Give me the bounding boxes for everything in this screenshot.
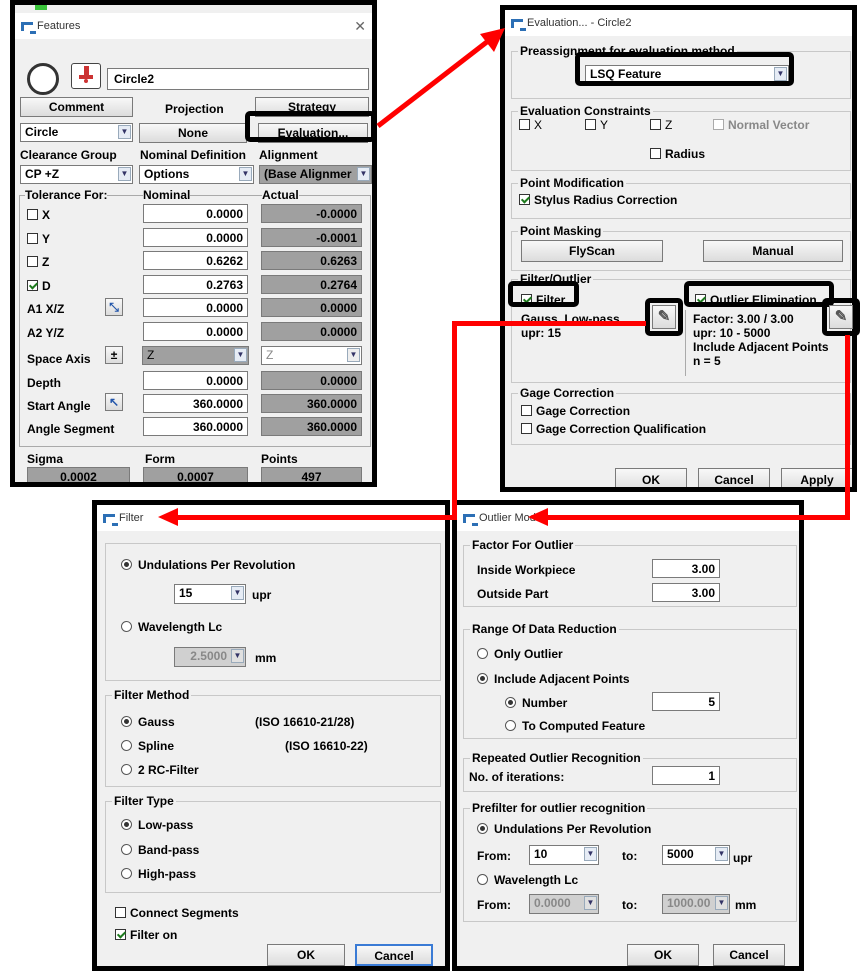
red-connector <box>452 321 646 326</box>
red-connector <box>545 515 850 520</box>
arrow-head-left <box>158 508 178 526</box>
red-arrow-evaluation <box>376 28 505 128</box>
red-connector <box>175 515 457 520</box>
red-connector <box>845 335 850 520</box>
arrow-line <box>376 36 494 128</box>
arrow-head-left <box>528 508 548 526</box>
arrow-head <box>480 28 505 52</box>
red-connector <box>452 321 457 520</box>
